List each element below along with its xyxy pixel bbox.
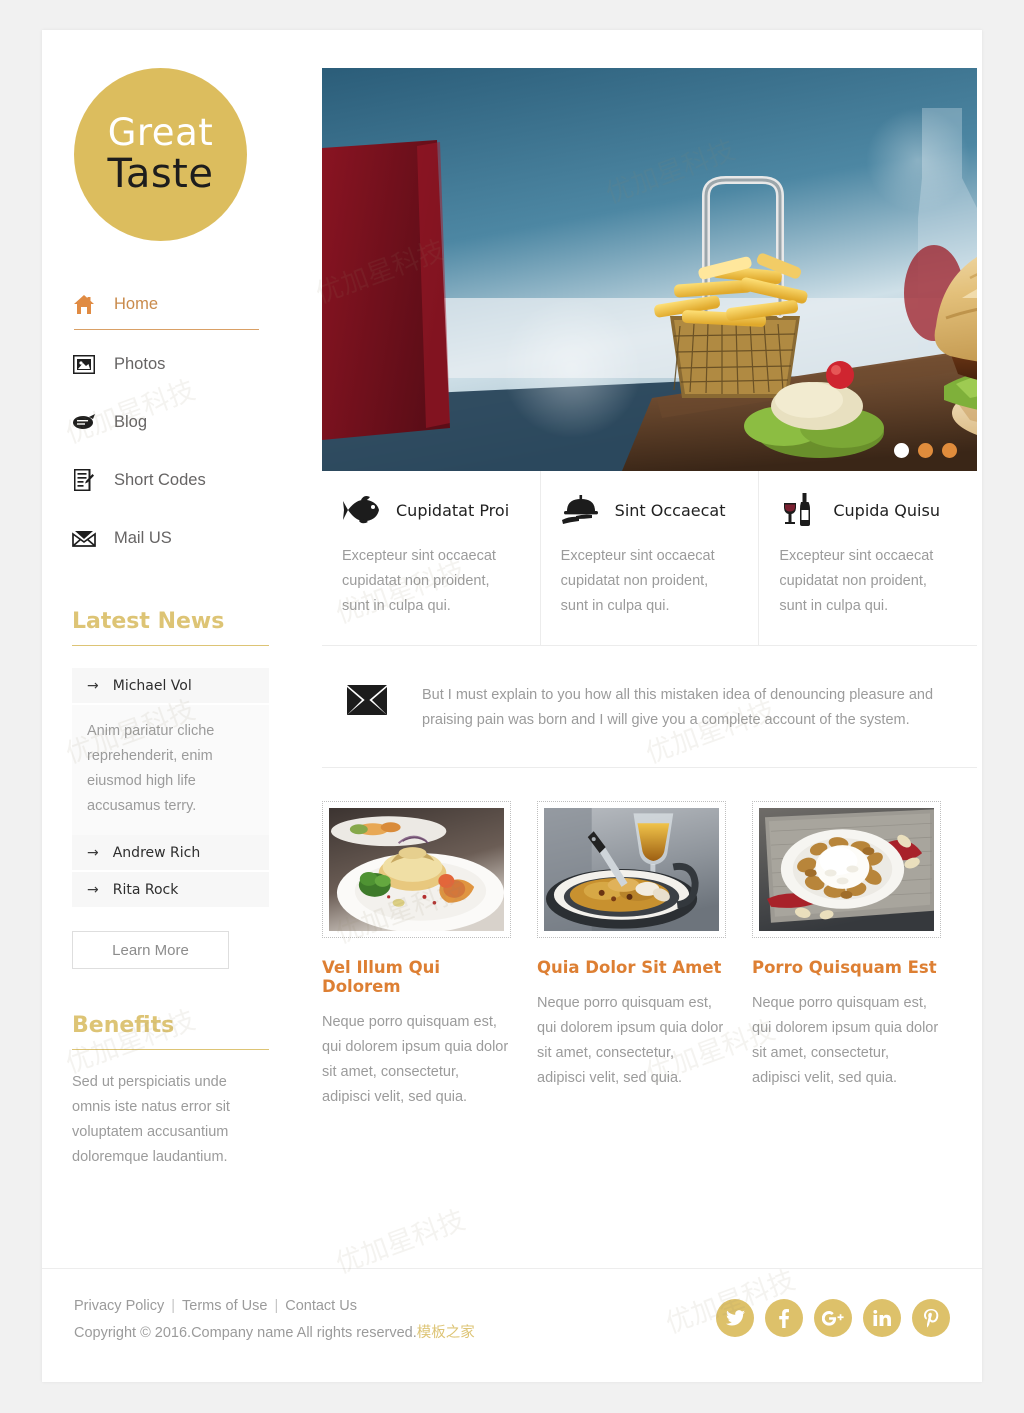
fish-icon — [342, 493, 382, 527]
nav-item-mail-us[interactable]: Mail US — [72, 521, 285, 555]
sidebar: Great Taste Home Photos Blog Short Codes… — [72, 68, 297, 1268]
nav-item-short-codes[interactable]: Short Codes — [72, 463, 285, 497]
cards-row: Vel Illum Qui Dolorem Neque porro quisqu… — [322, 768, 977, 1110]
nav-label: Photos — [114, 354, 166, 373]
card: Quia Dolor Sit Amet Neque porro quisquam… — [537, 801, 726, 1110]
facebook-icon[interactable] — [765, 1299, 803, 1337]
feature-title: Cupidatat Proi — [396, 500, 510, 520]
slider-dot-2[interactable] — [918, 443, 933, 458]
news-list-item[interactable]: → Rita Rock — [72, 872, 269, 907]
photo-icon — [72, 352, 96, 376]
footer-left: Privacy Policy | Terms of Use | Contact Us C… — [74, 1295, 475, 1342]
feature-text: Excepteur sint occaecat cupidatat non pr… — [779, 548, 934, 614]
footer-link-privacy-policy[interactable]: Privacy Policy — [74, 1298, 164, 1314]
slider-dot-1[interactable] — [894, 443, 909, 458]
mail-icon — [72, 526, 96, 550]
footer-separator: | — [171, 1298, 176, 1314]
benefits-heading: Benefits — [72, 1013, 269, 1050]
feature-header: Cupida Quisu — [779, 493, 957, 527]
arrow-right-icon: → — [87, 677, 99, 694]
nav-label: Mail US — [114, 528, 172, 547]
google-plus-icon[interactable] — [814, 1299, 852, 1337]
feature-text: Excepteur sint occaecat cupidatat non pr… — [342, 548, 496, 614]
logo-text-bottom: Taste — [107, 150, 214, 197]
blog-icon — [72, 410, 96, 434]
latest-news-list: → Michael Vol Anim pariatur cliche repre… — [72, 668, 269, 907]
news-item-name: Michael Vol — [112, 677, 192, 694]
shortcodes-icon — [72, 468, 96, 492]
news-list-item[interactable]: → Andrew Rich — [72, 835, 269, 870]
card-thumbnail-frame[interactable] — [752, 801, 941, 938]
latest-news-heading: Latest News — [72, 609, 269, 646]
envelope-icon — [344, 685, 390, 715]
newsletter-text: But I must explain to you how all this m… — [422, 687, 934, 728]
wine-bottle-icon — [779, 493, 819, 527]
feature-box: Sint Occaecat Excepteur sint occaecat cu… — [541, 471, 760, 645]
footer-links: Privacy Policy | Terms of Use | Contact Us — [74, 1295, 475, 1318]
news-item-description: Anim pariatur cliche reprehenderit, enim… — [72, 705, 269, 835]
arrow-right-icon: → — [87, 881, 99, 898]
news-list-item[interactable]: → Michael Vol — [72, 668, 269, 703]
feature-title: Cupida Quisu — [833, 500, 940, 520]
footer-separator: | — [274, 1298, 279, 1314]
home-icon — [72, 292, 96, 316]
site-logo[interactable]: Great Taste — [74, 68, 247, 241]
benefits-section: Benefits Sed ut perspiciatis unde omnis … — [72, 1013, 285, 1170]
footer-link-terms-of-use[interactable]: Terms of Use — [182, 1298, 267, 1314]
card-text: Neque porro quisquam est, qui dolorem ip… — [752, 995, 939, 1086]
card-title[interactable]: Quia Dolor Sit Amet — [537, 958, 726, 977]
twitter-icon[interactable] — [716, 1299, 754, 1337]
news-item-name: Andrew Rich — [112, 844, 201, 861]
feature-box: Cupida Quisu Excepteur sint occaecat cup… — [759, 471, 977, 645]
social-links — [716, 1299, 950, 1337]
pinterest-icon[interactable] — [912, 1299, 950, 1337]
nav-item-home[interactable]: Home — [72, 287, 285, 330]
arrow-right-icon: → — [87, 844, 99, 861]
nav-label: Short Codes — [114, 470, 206, 489]
template-credit[interactable]: 模板之家 — [417, 1325, 475, 1341]
main-content: Cupidatat Proi Excepteur sint occaecat c… — [297, 68, 977, 1268]
card: Vel Illum Qui Dolorem Neque porro quisqu… — [322, 801, 511, 1110]
main-navigation: Home Photos Blog Short Codes Mail US — [72, 287, 285, 555]
slider-dot-3[interactable] — [942, 443, 957, 458]
hero-slider[interactable] — [322, 68, 977, 471]
nav-label: Blog — [114, 412, 148, 431]
footer: Privacy Policy | Terms of Use | Contact Us C… — [42, 1268, 982, 1382]
logo-text-top: Great — [107, 111, 214, 155]
copyright-line: Copyright © 2016.Company name All rights… — [74, 1321, 475, 1342]
benefits-text: Sed ut perspiciatis unde omnis iste natu… — [72, 1074, 230, 1165]
card-image-pan-with-beer — [544, 808, 719, 931]
card-title[interactable]: Porro Quisquam Est — [752, 958, 941, 977]
nav-item-photos[interactable]: Photos — [72, 347, 285, 381]
hero-image-burger-and-fries — [322, 68, 977, 471]
feature-header: Cupidatat Proi — [342, 493, 520, 527]
feature-header: Sint Occaecat — [561, 493, 739, 527]
footer-link-contact-us[interactable]: Contact Us — [285, 1298, 357, 1314]
card-text: Neque porro quisquam est, qui dolorem ip… — [537, 995, 724, 1086]
copyright-text: Copyright © 2016.Company name All rights… — [74, 1325, 417, 1341]
feature-text: Excepteur sint occaecat cupidatat non pr… — [560, 548, 715, 614]
nav-label: Home — [114, 294, 159, 313]
feature-box: Cupidatat Proi Excepteur sint occaecat c… — [322, 471, 541, 645]
card-image-rice-with-cashews — [759, 808, 934, 931]
card-thumbnail-frame[interactable] — [322, 801, 511, 938]
card-thumbnail-frame[interactable] — [537, 801, 726, 938]
newsletter-row: But I must explain to you how all this m… — [322, 646, 977, 768]
card-title[interactable]: Vel Illum Qui Dolorem — [322, 958, 511, 996]
serving-tray-icon — [561, 493, 601, 527]
site-container: Great Taste Home Photos Blog Short Codes… — [42, 30, 982, 1382]
news-item-name: Rita Rock — [112, 881, 179, 898]
feature-title: Sint Occaecat — [614, 500, 726, 520]
card: Porro Quisquam Est Neque porro quisquam … — [752, 801, 941, 1110]
linkedin-icon[interactable] — [863, 1299, 901, 1337]
page-layout: Great Taste Home Photos Blog Short Codes… — [42, 30, 982, 1268]
card-image-plated-fish — [329, 808, 504, 931]
nav-item-blog[interactable]: Blog — [72, 405, 285, 439]
slider-dots — [894, 443, 957, 458]
latest-news-section: Latest News → Michael Vol Anim pariatur … — [72, 609, 285, 969]
features-row: Cupidatat Proi Excepteur sint occaecat c… — [322, 471, 977, 646]
learn-more-button[interactable]: Learn More — [72, 931, 229, 969]
card-text: Neque porro quisquam est, qui dolorem ip… — [322, 1014, 509, 1105]
